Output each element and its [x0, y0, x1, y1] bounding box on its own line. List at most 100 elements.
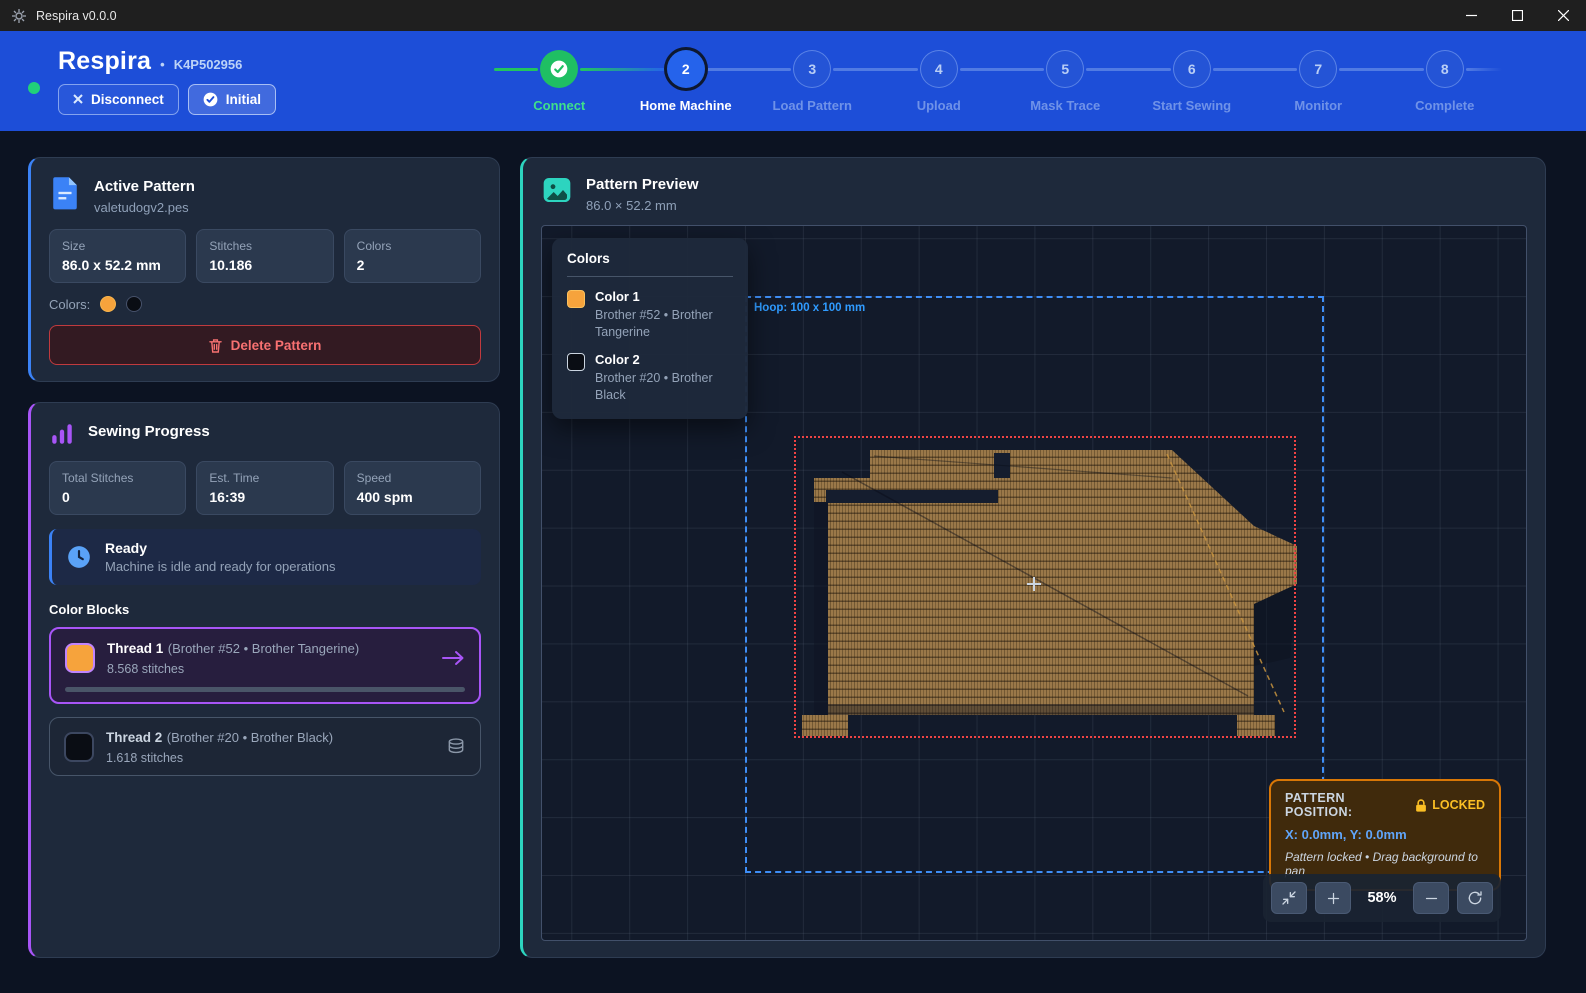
check-circle-icon — [203, 92, 218, 107]
clock-icon — [66, 544, 92, 570]
step-number: 2 — [667, 50, 705, 88]
active-pattern-card: Active Pattern valetudogv2.pes Size 86.0… — [28, 157, 500, 382]
step-number: 8 — [1426, 50, 1464, 88]
arrow-right-icon — [441, 650, 465, 666]
app-header: Respira • K4P502956 Disconnect Initial — [0, 31, 1586, 131]
machine-status-banner: Ready Machine is idle and ready for oper… — [49, 529, 481, 585]
step-number: 3 — [793, 50, 831, 88]
step-number: 5 — [1046, 50, 1084, 88]
step-upload[interactable]: 4 Upload — [876, 50, 1003, 113]
legend-swatch-1 — [567, 290, 585, 308]
step-label: Home Machine — [640, 98, 732, 113]
machine-serial: K4P502956 — [174, 57, 243, 72]
delete-pattern-label: Delete Pattern — [231, 338, 322, 353]
step-connect[interactable]: Connect — [496, 50, 623, 113]
pattern-canvas[interactable]: Hoop: 100 x 100 mm — [541, 225, 1527, 941]
window-title: Respira v0.0.0 — [36, 9, 117, 23]
legend-divider — [567, 276, 733, 277]
stat-stitches: Stitches 10.186 — [196, 229, 333, 283]
minimize-icon — [1466, 10, 1477, 21]
thread-block-1[interactable]: Thread 1 (Brother #52 • Brother Tangerin… — [49, 627, 481, 704]
pattern-filename: valetudogv2.pes — [94, 200, 195, 215]
zoom-level: 58% — [1359, 890, 1405, 906]
thread-2-name: Thread 2 — [106, 730, 162, 745]
zoom-out-button[interactable] — [1413, 882, 1449, 914]
close-button[interactable] — [1540, 0, 1586, 31]
window-titlebar: Respira v0.0.0 — [0, 0, 1586, 31]
stat-size: Size 86.0 x 52.2 mm — [49, 229, 186, 283]
fit-screen-icon — [1281, 890, 1297, 906]
maximize-icon — [1512, 10, 1523, 21]
preview-title: Pattern Preview — [586, 174, 699, 193]
serial-separator: • — [160, 57, 165, 72]
color-swatch-orange — [100, 296, 116, 312]
app-icon — [11, 8, 27, 24]
legend-title: Colors — [567, 251, 733, 266]
workflow-stepper: Connect 2 Home Machine 3 Load Pattern 4 … — [496, 50, 1508, 113]
layers-stack-icon — [446, 737, 466, 757]
trash-icon — [209, 338, 222, 353]
step-label: Load Pattern — [773, 98, 852, 113]
color-swatch-black — [126, 296, 142, 312]
legend-color-1: Color 1 Brother #52 • Brother Tangerine — [567, 289, 733, 341]
thread-1-detail: (Brother #52 • Brother Tangerine) — [168, 641, 359, 656]
plus-icon — [1326, 891, 1341, 906]
step-number: 4 — [920, 50, 958, 88]
step-label: Start Sewing — [1152, 98, 1231, 113]
document-icon — [49, 176, 81, 210]
disconnect-label: Disconnect — [91, 92, 164, 107]
zoom-in-button[interactable] — [1315, 882, 1351, 914]
thread-2-swatch — [64, 732, 94, 762]
stat-speed: Speed 400 spm — [344, 461, 481, 515]
thread-2-detail: (Brother #20 • Brother Black) — [167, 730, 333, 745]
app-name: Respira — [58, 47, 151, 76]
stat-est-time: Est. Time 16:39 — [196, 461, 333, 515]
step-number: 7 — [1299, 50, 1337, 88]
step-label: Monitor — [1294, 98, 1342, 113]
minus-icon — [1424, 891, 1439, 906]
pattern-boundary — [794, 436, 1296, 738]
lock-icon — [1415, 799, 1427, 812]
step-home-machine[interactable]: 2 Home Machine — [623, 50, 750, 113]
thread-1-stitches: 8.568 stitches — [107, 662, 429, 676]
sewing-progress-title: Sewing Progress — [88, 421, 210, 440]
step-label: Complete — [1415, 98, 1474, 113]
zoom-toolbar: 58% — [1263, 874, 1501, 922]
step-load-pattern[interactable]: 3 Load Pattern — [749, 50, 876, 113]
step-label: Mask Trace — [1030, 98, 1100, 113]
close-icon — [1558, 10, 1569, 21]
sewing-progress-card: Sewing Progress Total Stitches 0 Est. Ti… — [28, 402, 500, 958]
status-title: Ready — [105, 540, 336, 556]
position-coordinates: X: 0.0mm, Y: 0.0mm — [1285, 827, 1485, 842]
initial-label: Initial — [226, 92, 261, 107]
initial-button[interactable]: Initial — [188, 84, 276, 115]
colors-label: Colors: — [49, 297, 90, 312]
stepper-tail-line — [1466, 68, 1502, 71]
maximize-button[interactable] — [1494, 0, 1540, 31]
delete-pattern-button[interactable]: Delete Pattern — [49, 325, 481, 365]
step-complete-icon — [540, 50, 578, 88]
step-monitor[interactable]: 7 Monitor — [1255, 50, 1382, 113]
thread-2-stitches: 1.618 stitches — [106, 751, 434, 765]
reset-view-button[interactable] — [1457, 882, 1493, 914]
refresh-icon — [1467, 890, 1483, 906]
active-pattern-title: Active Pattern — [94, 176, 195, 195]
disconnect-x-icon — [73, 92, 83, 107]
legend-color-2: Color 2 Brother #20 • Brother Black — [567, 352, 733, 404]
position-label: PATTERN POSITION: — [1285, 791, 1415, 819]
disconnect-button[interactable]: Disconnect — [58, 84, 179, 115]
step-complete[interactable]: 8 Complete — [1382, 50, 1509, 113]
thread-block-2[interactable]: Thread 2 (Brother #20 • Brother Black) 1… — [49, 717, 481, 776]
pattern-preview-card: Pattern Preview 86.0 × 52.2 mm Hoop: 100… — [520, 157, 1546, 958]
bar-chart-icon — [49, 421, 75, 447]
legend-swatch-2 — [567, 353, 585, 371]
step-start-sewing[interactable]: 6 Start Sewing — [1129, 50, 1256, 113]
stat-total-stitches: Total Stitches 0 — [49, 461, 186, 515]
locked-badge: LOCKED — [1415, 798, 1485, 812]
colors-legend: Colors Color 1 Brother #52 • Brother Tan… — [552, 238, 748, 419]
step-mask-trace[interactable]: 5 Mask Trace — [1002, 50, 1129, 113]
minimize-button[interactable] — [1448, 0, 1494, 31]
color-blocks-heading: Color Blocks — [49, 602, 481, 617]
fit-view-button[interactable] — [1271, 882, 1307, 914]
step-label: Connect — [533, 98, 585, 113]
